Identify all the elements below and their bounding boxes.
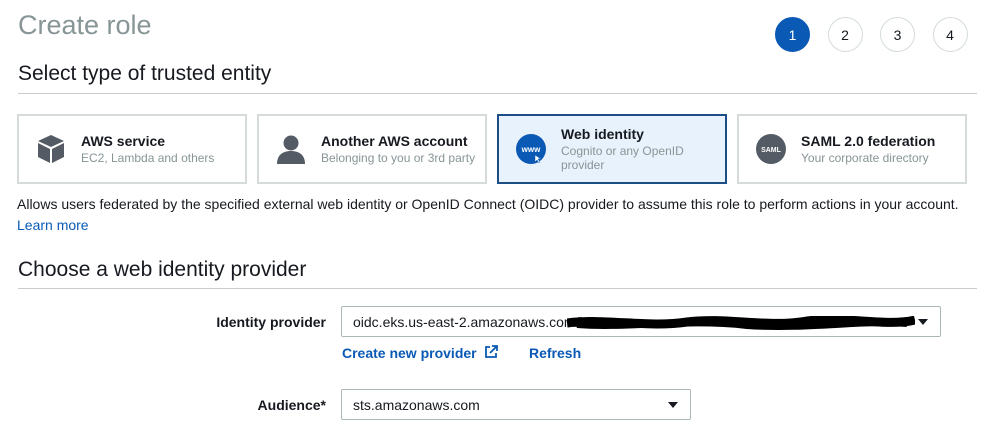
saml-icon: SAML <box>755 133 787 165</box>
identity-provider-select[interactable]: oidc.eks.us-east-2.amazonaws.com/id/ <box>341 306 941 337</box>
chevron-down-icon <box>918 319 928 325</box>
user-icon <box>275 133 307 165</box>
svg-text:SAML: SAML <box>761 147 782 154</box>
entity-name: Another AWS account <box>321 133 468 149</box>
entity-subtitle-line: Cognito or any OpenID <box>561 144 684 158</box>
step-4[interactable]: 4 <box>932 17 968 52</box>
divider <box>18 288 977 289</box>
svg-text:www: www <box>521 145 541 154</box>
step-1[interactable]: 1 <box>775 17 810 52</box>
wizard-steps: 1 2 3 4 <box>775 17 985 52</box>
entity-aws-service[interactable]: AWS service EC2, Lambda and others <box>17 114 247 184</box>
entity-name: SAML 2.0 federation <box>801 133 936 149</box>
entity-name: AWS service <box>81 133 166 149</box>
redaction-scribble <box>567 316 915 330</box>
entity-web-identity[interactable]: www Web identity Cognito or any OpenID p… <box>497 114 727 184</box>
entity-subtitle: Your corporate directory <box>801 151 929 165</box>
www-icon: www <box>515 133 547 165</box>
create-new-provider-link[interactable]: Create new provider <box>342 345 498 361</box>
entity-subtitle: EC2, Lambda and others <box>81 151 215 165</box>
entity-saml-federation[interactable]: SAML SAML 2.0 federation Your corporate … <box>737 114 967 184</box>
audience-value: sts.amazonaws.com <box>353 396 480 413</box>
section-title-trusted-entity: Select type of trusted entity <box>18 62 272 85</box>
section-title-provider: Choose a web identity provider <box>18 258 307 281</box>
step-3[interactable]: 3 <box>880 17 915 52</box>
entity-description: Allows users federated by the specified … <box>17 196 959 212</box>
entity-name: Web identity <box>561 126 644 142</box>
identity-provider-value: oidc.eks.us-east-2.amazonaws.com/id/ <box>353 313 595 330</box>
entity-subtitle: Cognito or any OpenID provider <box>561 144 684 172</box>
cube-icon <box>35 133 67 165</box>
audience-label: Audience* <box>257 397 326 413</box>
create-new-provider-label: Create new provider <box>342 345 477 361</box>
entity-subtitle-line: provider <box>561 158 605 172</box>
entity-another-aws-account[interactable]: Another AWS account Belonging to you or … <box>257 114 487 184</box>
divider <box>18 93 977 94</box>
identity-provider-label: Identity provider <box>216 314 326 330</box>
chevron-down-icon <box>668 402 678 408</box>
entity-subtitle: Belonging to you or 3rd party <box>321 151 476 165</box>
learn-more-link[interactable]: Learn more <box>17 217 89 233</box>
step-2[interactable]: 2 <box>827 17 863 52</box>
audience-select[interactable]: sts.amazonaws.com <box>341 389 691 420</box>
page-title: Create role <box>18 10 152 40</box>
refresh-link[interactable]: Refresh <box>529 345 581 361</box>
external-link-icon <box>484 345 498 358</box>
trusted-entity-options: AWS service EC2, Lambda and others Anoth… <box>17 114 977 184</box>
